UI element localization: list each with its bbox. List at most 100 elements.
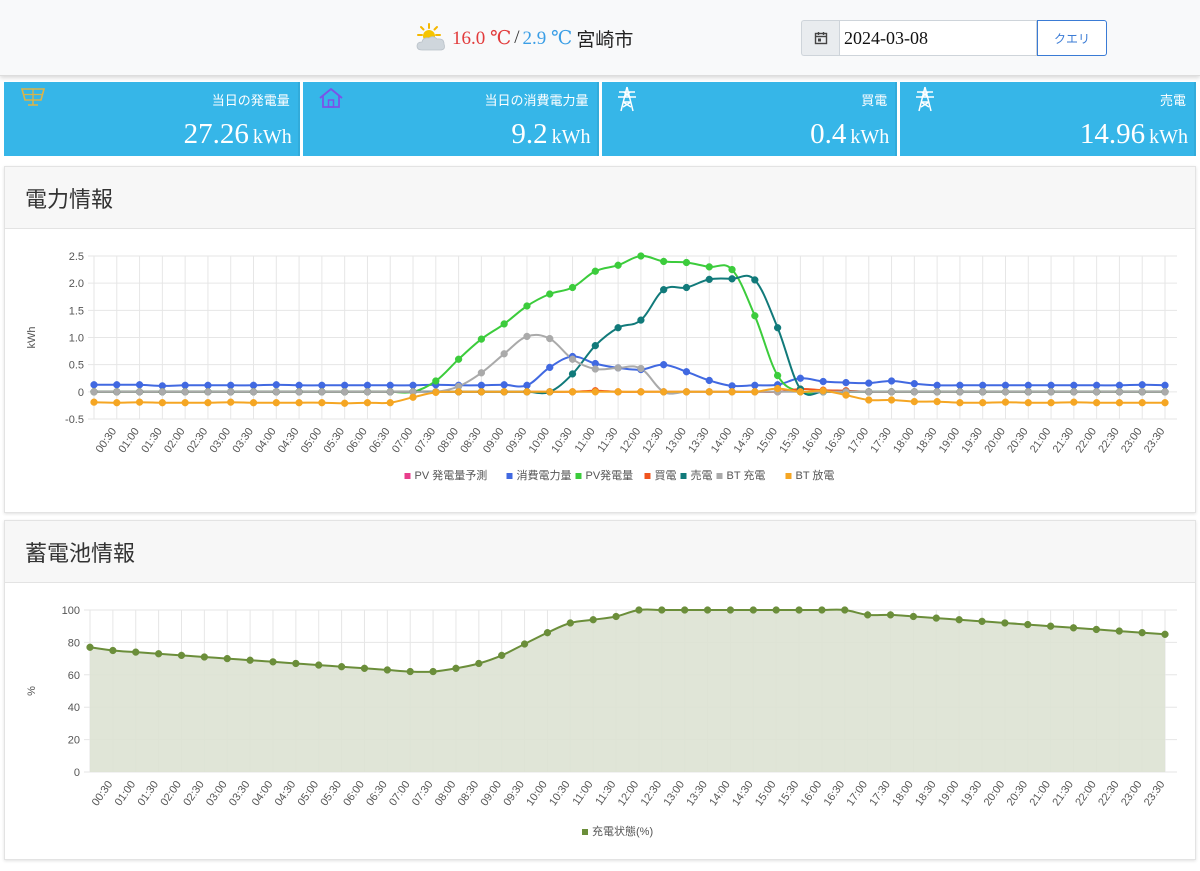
data-point xyxy=(773,324,782,332)
data-point xyxy=(728,275,736,283)
data-point xyxy=(1070,398,1078,406)
data-point xyxy=(500,388,508,396)
x-tick-label: 15:00 xyxy=(753,779,779,808)
series-line xyxy=(93,274,1165,396)
data-point xyxy=(341,381,349,389)
data-point xyxy=(772,606,780,614)
data-point xyxy=(113,388,121,396)
data-point xyxy=(682,388,691,396)
data-point xyxy=(1024,399,1032,407)
series-area xyxy=(90,609,1165,772)
data-point xyxy=(682,258,691,267)
x-tick-label: 16:00 xyxy=(799,779,825,808)
data-point xyxy=(386,399,394,407)
data-point xyxy=(1115,381,1124,389)
data-point xyxy=(500,381,508,389)
data-point xyxy=(543,629,552,637)
data-point xyxy=(363,381,372,389)
data-point xyxy=(865,388,873,396)
x-tick-label: 11:00 xyxy=(573,426,598,455)
x-tick-label: 15:00 xyxy=(754,426,780,455)
data-point xyxy=(406,667,414,676)
query-button[interactable]: クエリ xyxy=(1037,20,1107,56)
data-point xyxy=(933,397,941,406)
data-point xyxy=(591,342,599,350)
legend-swatch xyxy=(644,473,651,479)
y-tick-label: 0 xyxy=(78,387,84,399)
x-tick-label: 11:30 xyxy=(595,426,620,455)
data-point xyxy=(363,388,372,396)
data-point xyxy=(1138,381,1146,389)
y-tick-label: 2.0 xyxy=(69,278,84,290)
chart-legend: 充電状態(%) xyxy=(582,824,653,838)
data-point xyxy=(409,393,417,401)
y-tick-label: 1.5 xyxy=(69,305,84,317)
x-tick-label: 22:30 xyxy=(1096,779,1122,808)
x-tick-label: 01:30 xyxy=(135,779,161,808)
x-tick-label: 10:30 xyxy=(547,779,573,808)
data-point xyxy=(272,381,280,389)
data-point xyxy=(979,381,987,389)
battery-info-card: 蓄電池情報 100 80 60 40 20 0% 00:30 01:00 01:30 02:00 0… xyxy=(4,520,1196,860)
data-point xyxy=(181,381,189,389)
data-point xyxy=(200,653,209,661)
data-point xyxy=(933,381,941,389)
y-tick-label: 100 xyxy=(62,605,80,617)
data-point xyxy=(751,381,759,389)
data-point xyxy=(1161,399,1169,407)
data-point xyxy=(956,399,964,407)
data-point xyxy=(909,612,918,621)
legend-swatch xyxy=(716,473,723,479)
data-point xyxy=(841,606,849,614)
tile-sell-label: 売電 xyxy=(1159,93,1186,108)
x-tick-label: 03:00 xyxy=(204,779,230,808)
date-input[interactable] xyxy=(839,20,1037,56)
data-point xyxy=(500,320,508,328)
data-point xyxy=(819,377,827,386)
data-point xyxy=(498,651,506,660)
data-point xyxy=(932,614,940,622)
data-point xyxy=(637,316,645,324)
data-point xyxy=(568,355,577,363)
weather-display: 16.0 ℃ / 2.9 ℃ 宮崎市 xyxy=(414,20,633,56)
city-name: 宮崎市 xyxy=(576,29,634,51)
data-point xyxy=(568,283,577,292)
x-tick-label: 22:00 xyxy=(1073,426,1099,455)
data-point xyxy=(614,261,622,269)
x-tick-label: 08:00 xyxy=(433,779,459,808)
x-tick-label: 17:30 xyxy=(868,426,894,455)
x-tick-label: 01:30 xyxy=(139,426,165,455)
data-point xyxy=(249,399,258,407)
data-point xyxy=(132,648,140,656)
y-tick-label: 20 xyxy=(68,735,80,747)
data-point xyxy=(318,381,326,389)
power-info-title: 電力情報 xyxy=(5,167,1195,229)
data-point xyxy=(295,381,303,389)
data-point xyxy=(546,334,554,343)
data-point xyxy=(523,381,531,389)
legend-label: 消費電力量 xyxy=(517,468,572,482)
data-point xyxy=(751,312,759,320)
tile-sell: 売電 14.96 kWh xyxy=(900,82,1196,156)
data-point xyxy=(154,650,163,658)
x-tick-label: 23:00 xyxy=(1119,779,1145,808)
data-point xyxy=(546,363,554,372)
data-point xyxy=(477,381,486,389)
y-tick-label: 0.5 xyxy=(69,360,84,372)
calendar-icon[interactable] xyxy=(801,20,839,56)
x-tick-label: 14:00 xyxy=(709,426,735,455)
data-point xyxy=(1001,388,1010,396)
data-point xyxy=(1024,388,1032,396)
legend-swatch xyxy=(575,473,582,479)
x-tick-label: 07:30 xyxy=(413,426,439,455)
data-point xyxy=(246,656,254,664)
data-point xyxy=(887,388,896,396)
data-point xyxy=(842,378,850,387)
temperature-low: 2.9 ℃ xyxy=(522,27,573,49)
data-point xyxy=(1070,388,1078,396)
data-point xyxy=(1024,620,1032,629)
x-tick-label: 01:00 xyxy=(116,426,142,455)
legend-label: BT 放電 xyxy=(796,468,835,482)
data-point xyxy=(637,252,645,260)
data-point xyxy=(681,606,689,614)
